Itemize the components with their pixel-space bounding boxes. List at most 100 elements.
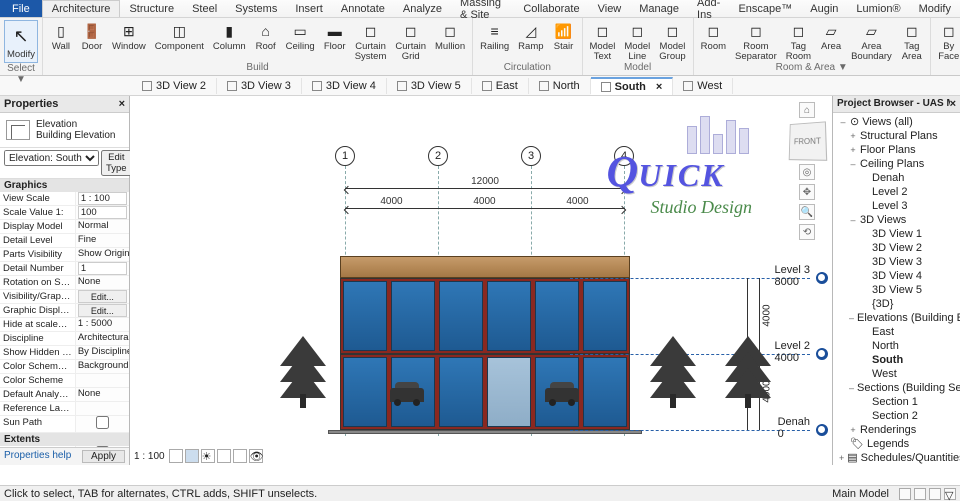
drawing-canvas[interactable]: ⌂ FRONT ◎ ✥ 🔍 ⟲ 1234 12000 4000 4000 400…	[130, 96, 832, 465]
curtain-button[interactable]: ◻CurtainGrid	[392, 20, 429, 62]
tree-node[interactable]: 3D View 3	[833, 255, 960, 269]
select-pinned-icon[interactable]	[929, 488, 941, 500]
tree-node[interactable]: Denah	[833, 171, 960, 185]
grid-bubble-1[interactable]: 1	[335, 146, 355, 166]
menu-tab-enscape[interactable]: Enscape™	[729, 0, 801, 17]
tree-node[interactable]: –3D Views	[833, 213, 960, 227]
tree-node[interactable]: 3D View 2	[833, 241, 960, 255]
tree-node[interactable]: Section 2	[833, 409, 960, 423]
tag-button[interactable]: ◻TagArea	[898, 20, 926, 62]
main-model-selector[interactable]: Main Model	[832, 488, 889, 500]
modify-button[interactable]: ↖Modify	[4, 20, 38, 63]
tree-node[interactable]: 🏷Legends	[833, 437, 960, 451]
zoom-icon[interactable]: 🔍	[799, 204, 815, 220]
property-input[interactable]	[78, 192, 127, 205]
tree-node[interactable]: 3D View 5	[833, 283, 960, 297]
tree-node[interactable]: {3D}	[833, 297, 960, 311]
tree-node[interactable]: 3D View 4	[833, 269, 960, 283]
menu-tab-systems[interactable]: Systems	[226, 0, 286, 17]
roof-button[interactable]: ⌂Roof	[252, 20, 280, 53]
tree-node[interactable]: East	[833, 325, 960, 339]
visual-style-icon[interactable]	[185, 449, 199, 463]
orbit-icon[interactable]: ⟲	[799, 224, 815, 240]
tree-node[interactable]: Level 2	[833, 185, 960, 199]
filter-icon[interactable]: ▽	[944, 488, 956, 500]
tree-node[interactable]: Section 1	[833, 395, 960, 409]
hide-icon[interactable]: 👁	[249, 449, 263, 463]
menu-tab-view[interactable]: View	[589, 0, 631, 17]
tree-node[interactable]: North	[833, 339, 960, 353]
door-button[interactable]: 🚪Door	[78, 20, 106, 53]
ceiling-button[interactable]: ▭Ceiling	[283, 20, 318, 53]
model-button[interactable]: ◻ModelText	[587, 20, 619, 62]
select-dropdown[interactable]: Select ▼	[4, 63, 38, 87]
tree-node[interactable]: –Elevations (Building Elevation)	[833, 311, 960, 325]
view-tab-3dview2[interactable]: 3D View 2	[132, 78, 217, 94]
menu-tab-augin[interactable]: Augin	[801, 0, 847, 17]
curtain-button[interactable]: ◻CurtainSystem	[352, 20, 390, 62]
home-icon[interactable]: ⌂	[799, 102, 815, 118]
area-button[interactable]: ▱Area	[817, 20, 845, 53]
grid-bubble-2[interactable]: 2	[428, 146, 448, 166]
view-tab-3dview5[interactable]: 3D View 5	[387, 78, 472, 94]
tree-node[interactable]: –Sections (Building Section)	[833, 381, 960, 395]
tree-node[interactable]: West	[833, 367, 960, 381]
tree-node[interactable]: +▤Schedules/Quantities (all)	[833, 451, 960, 465]
window-button[interactable]: ⊞Window	[109, 20, 149, 53]
property-checkbox[interactable]	[78, 416, 127, 429]
property-input[interactable]	[78, 262, 127, 275]
properties-help-link[interactable]: Properties help	[4, 450, 71, 463]
close-icon[interactable]: ×	[950, 98, 956, 110]
menu-tab-architecture[interactable]: Architecture	[42, 0, 121, 17]
view-tab-3dview4[interactable]: 3D View 4	[302, 78, 387, 94]
crop-icon[interactable]	[233, 449, 247, 463]
menu-tab-collaborate[interactable]: Collaborate	[514, 0, 588, 17]
model-button[interactable]: ◻ModelGroup	[656, 20, 688, 62]
area-button[interactable]: ▱AreaBoundary	[848, 20, 895, 62]
tag-button[interactable]: ◻TagRoom	[783, 20, 814, 62]
tree-node[interactable]: 3D View 1	[833, 227, 960, 241]
wall-button[interactable]: ▯Wall	[47, 20, 75, 53]
stair-button[interactable]: 📶Stair	[550, 20, 578, 53]
pan-icon[interactable]: ✥	[799, 184, 815, 200]
close-icon[interactable]: ×	[119, 98, 125, 110]
sun-path-icon[interactable]: ☀	[201, 449, 215, 463]
room-button[interactable]: ◻RoomSeparator	[732, 20, 780, 62]
instance-selector[interactable]: Elevation: South	[4, 150, 99, 166]
view-tab-east[interactable]: East	[472, 78, 529, 94]
menu-tab-annotate[interactable]: Annotate	[332, 0, 394, 17]
menu-tab-insert[interactable]: Insert	[286, 0, 332, 17]
mullion-button[interactable]: ◻Mullion	[432, 20, 468, 53]
file-menu[interactable]: File	[0, 0, 42, 17]
shadows-icon[interactable]	[217, 449, 231, 463]
tree-node[interactable]: –Ceiling Plans	[833, 157, 960, 171]
detail-level-icon[interactable]	[169, 449, 183, 463]
view-tab-north[interactable]: North	[529, 78, 591, 94]
railing-button[interactable]: ≡Railing	[477, 20, 512, 53]
menu-tab-lumion[interactable]: Lumion®	[847, 0, 909, 17]
floor-button[interactable]: ▬Floor	[321, 20, 349, 53]
view-tab-south[interactable]: South×	[591, 77, 674, 95]
view-tab-west[interactable]: West	[673, 78, 733, 94]
room-button[interactable]: ◻Room	[698, 20, 729, 53]
model-button[interactable]: ◻ModelLine	[621, 20, 653, 62]
view-tab-3dview3[interactable]: 3D View 3	[217, 78, 302, 94]
tree-node[interactable]: South	[833, 353, 960, 367]
edit-type-button[interactable]: Edit Type	[101, 150, 132, 176]
tree-node[interactable]: –⊙Views (all)	[833, 115, 960, 129]
tree-node[interactable]: +Renderings	[833, 423, 960, 437]
edit-button[interactable]: Edit...	[78, 304, 127, 317]
edit-button[interactable]: Edit...	[78, 290, 127, 303]
steering-wheel-icon[interactable]: ◎	[799, 164, 815, 180]
menu-tab-manage[interactable]: Manage	[630, 0, 688, 17]
property-input[interactable]	[78, 206, 127, 219]
select-links-icon[interactable]	[899, 488, 911, 500]
ramp-button[interactable]: ◿Ramp	[515, 20, 546, 53]
component-button[interactable]: ◫Component	[152, 20, 207, 53]
menu-tab-addins[interactable]: Add-Ins	[688, 0, 729, 17]
select-underlay-icon[interactable]	[914, 488, 926, 500]
column-button[interactable]: ▮Column	[210, 20, 249, 53]
menu-tab-steel[interactable]: Steel	[183, 0, 226, 17]
scale-selector[interactable]: 1 : 100	[134, 451, 165, 462]
element-type[interactable]: ElevationBuilding Elevation	[0, 113, 129, 148]
